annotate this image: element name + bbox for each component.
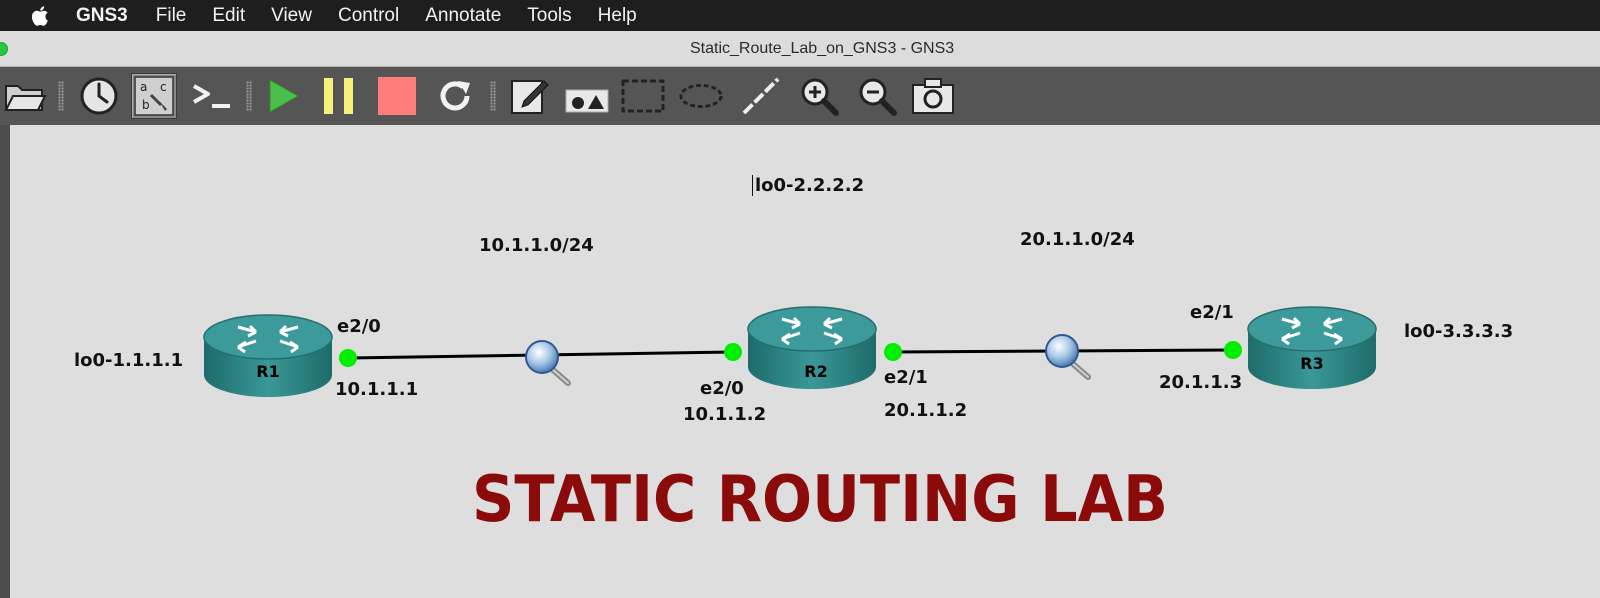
reload-icon xyxy=(440,81,470,111)
menu-help[interactable]: Help xyxy=(598,0,637,31)
console-all-button[interactable] xyxy=(188,73,234,119)
lab-title-banner[interactable]: STATIC ROUTING LAB xyxy=(434,463,1207,537)
note-icon xyxy=(511,80,549,114)
start-all-button[interactable] xyxy=(260,73,306,119)
capture-magnifier-icon[interactable] xyxy=(1045,334,1091,380)
ellipse-icon xyxy=(679,84,723,108)
camera-icon xyxy=(912,78,954,114)
r1-e2-0-interface-label[interactable]: e2/0 xyxy=(337,316,381,337)
picture-icon xyxy=(565,89,609,113)
menu-edit[interactable]: Edit xyxy=(212,0,245,31)
draw-ellipse-button[interactable] xyxy=(678,73,724,119)
folder-icon xyxy=(4,85,47,111)
r2-loopback-note[interactable]: lo0-2.2.2.2 xyxy=(752,175,864,196)
draw-line-button[interactable] xyxy=(738,73,784,119)
r2-e2-1-ip-label[interactable]: 20.1.1.2 xyxy=(884,400,967,421)
router-r2-label: R2 xyxy=(804,362,827,381)
window-title-bar[interactable]: Static_Route_Lab_on_GNS3 - GNS3 xyxy=(0,31,1600,67)
open-project-button[interactable] xyxy=(2,73,48,119)
zoom-out-button[interactable] xyxy=(854,73,900,119)
interface-labels-icon: a c b xyxy=(134,76,174,116)
r2-e2-0-interface-label[interactable]: e2/0 xyxy=(700,378,744,399)
svg-text:a: a xyxy=(140,80,147,94)
draw-rectangle-button[interactable] xyxy=(620,73,666,119)
r2-e2-0-ip-label[interactable]: 10.1.1.2 xyxy=(683,404,766,425)
r2-e2-1-interface-label[interactable]: e2/1 xyxy=(884,367,928,388)
link-endpoint-r2-e2-0[interactable] xyxy=(724,343,742,361)
insert-picture-button[interactable] xyxy=(564,73,610,119)
capture-magnifier-icon[interactable] xyxy=(525,340,571,386)
snapshot-button[interactable] xyxy=(76,73,122,119)
toolbar-grip[interactable] xyxy=(58,81,64,111)
play-icon xyxy=(269,79,300,113)
line-icon xyxy=(742,77,780,115)
router-r1[interactable]: R1 xyxy=(203,314,333,397)
r3-e2-1-interface-label[interactable]: e2/1 xyxy=(1190,302,1234,323)
menu-control[interactable]: Control xyxy=(338,0,399,31)
link-endpoint-r1-e2-0[interactable] xyxy=(339,349,357,367)
console-icon xyxy=(193,84,230,108)
apple-icon[interactable] xyxy=(28,3,54,29)
stop-all-button[interactable] xyxy=(374,73,420,119)
zoom-out-icon xyxy=(859,78,897,116)
zoom-in-button[interactable] xyxy=(796,73,842,119)
svg-text:b: b xyxy=(142,98,150,112)
clock-icon xyxy=(80,77,118,115)
add-note-button[interactable] xyxy=(506,73,552,119)
link-endpoint-r2-e2-1[interactable] xyxy=(884,343,902,361)
svg-text:c: c xyxy=(160,80,167,94)
suspend-all-button[interactable] xyxy=(316,73,362,119)
screenshot-button[interactable] xyxy=(910,73,956,119)
menu-tools[interactable]: Tools xyxy=(527,0,571,31)
show-interface-labels-button[interactable]: a c b xyxy=(131,73,177,119)
link-endpoint-r3-e2-1[interactable] xyxy=(1224,341,1242,359)
router-r2[interactable]: R2 xyxy=(747,306,877,389)
menu-annotate[interactable]: Annotate xyxy=(425,0,501,31)
toolbar-grip[interactable] xyxy=(246,81,252,111)
router-r3[interactable]: R3 xyxy=(1247,306,1377,389)
macos-menu-bar: GNS3 File Edit View Control Annotate Too… xyxy=(0,0,1600,31)
toolbar-grip[interactable] xyxy=(490,81,496,111)
menu-view[interactable]: View xyxy=(271,0,312,31)
stop-icon xyxy=(378,77,416,115)
topology-canvas[interactable]: R1 R2 R3 lo0-2.2.2.2 10.1.1.0/24 20.1.1.… xyxy=(0,125,1600,598)
r1-e2-0-ip-label[interactable]: 10.1.1.1 xyxy=(335,379,418,400)
menu-file[interactable]: File xyxy=(156,0,187,31)
network-10-label[interactable]: 10.1.1.0/24 xyxy=(479,235,594,256)
r3-loopback-note[interactable]: lo0-3.3.3.3 xyxy=(1404,321,1513,342)
pause-icon xyxy=(324,78,353,114)
zoom-in-icon xyxy=(801,78,839,116)
reload-all-button[interactable] xyxy=(432,73,478,119)
window-title: Static_Route_Lab_on_GNS3 - GNS3 xyxy=(690,40,955,57)
rectangle-icon xyxy=(621,79,665,113)
router-r1-label: R1 xyxy=(256,362,279,381)
menu-app-name[interactable]: GNS3 xyxy=(76,0,128,31)
r1-loopback-note[interactable]: lo0-1.1.1.1 xyxy=(74,350,183,371)
r3-e2-1-ip-label[interactable]: 20.1.1.3 xyxy=(1159,372,1242,393)
network-20-label[interactable]: 20.1.1.0/24 xyxy=(1020,229,1135,250)
main-toolbar: a c b xyxy=(0,67,1600,125)
router-r3-label: R3 xyxy=(1300,354,1323,373)
